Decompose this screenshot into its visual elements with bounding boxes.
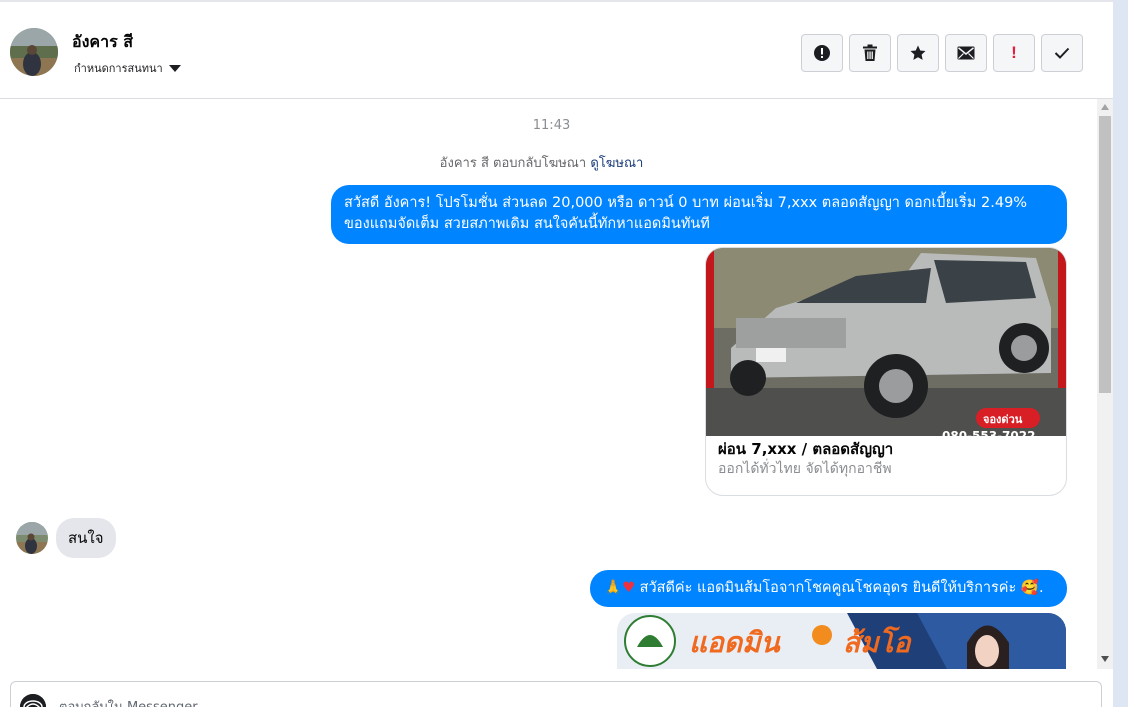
check-icon: [1054, 47, 1070, 59]
scroll-thumb[interactable]: [1099, 116, 1111, 393]
admin-banner-image[interactable]: แอดมิน ส้มโอ: [617, 613, 1066, 669]
reply-input-placeholder[interactable]: ตอบกลับใน Messenger: [59, 696, 198, 707]
incoming-message: สนใจ: [56, 518, 116, 558]
ad-card[interactable]: จองด่วน 080-553-7022 ผ่อน 7,xxx / ตลอดสั…: [705, 247, 1067, 496]
assign-conversation-label: กำหนดการสนทนา: [74, 62, 163, 75]
trash-icon: [863, 44, 877, 61]
star-button[interactable]: [897, 34, 939, 72]
heart-icon: ♥: [622, 580, 636, 596]
conversation-actions: !: [801, 34, 1083, 72]
report-spam-button[interactable]: [801, 34, 843, 72]
contact-avatar[interactable]: [10, 28, 58, 76]
contact-name: อังคาร สี: [72, 32, 134, 51]
ad-reply-notice: อังคาร สี ตอบกลับโฆษณา ดูโฆษณา: [0, 152, 1083, 173]
outgoing-message: สวัสดี อังคาร! โปรโมชั่น ส่วนลด 20,000 ห…: [331, 185, 1067, 244]
ad-reply-text: อังคาร สี ตอบกลับโฆษณา: [439, 156, 587, 171]
contact-avatar-small[interactable]: [16, 522, 48, 554]
banner-graphic: [617, 613, 1066, 669]
star-icon: [910, 45, 926, 60]
car-photo: [706, 248, 1066, 436]
view-ad-link[interactable]: ดูโฆษณา: [590, 156, 643, 171]
smile-emoji: 🥰: [1020, 580, 1039, 596]
mark-important-button[interactable]: !: [993, 34, 1035, 72]
assign-conversation-dropdown[interactable]: กำหนดการสนทนา: [74, 59, 181, 77]
scroll-down-arrow-icon[interactable]: [1101, 656, 1109, 662]
page-avatar: [20, 694, 46, 707]
banner-text-name: ส้มโอ: [843, 626, 911, 659]
alert-circle-icon: [814, 45, 830, 61]
envelope-icon: [957, 46, 975, 60]
scroll-up-arrow-icon[interactable]: [1101, 104, 1109, 110]
message-thread[interactable]: 11:43 อังคาร สี ตอบกลับโฆษณา ดูโฆษณา สวั…: [0, 99, 1097, 669]
card-subtitle: ออกได้ทั่วไทย จัดได้ทุกอาชีพ: [718, 461, 892, 477]
exclamation-icon: !: [1011, 43, 1017, 62]
caret-down-icon: [168, 65, 181, 72]
window-edge: [1113, 0, 1128, 707]
reply-composer[interactable]: ตอบกลับใน Messenger: [10, 681, 1102, 707]
banner-text-admin: แอดมิน: [689, 626, 780, 659]
message-trail: .: [1038, 580, 1044, 596]
outgoing-message: 🙏♥ สวัสดีค่ะ แอดมินส้มโอจากโชคคูณโชคอุดร…: [590, 570, 1067, 607]
pray-emoji: 🙏: [604, 580, 623, 596]
mark-done-button[interactable]: [1041, 34, 1083, 72]
card-image-phone: 080-553-7022: [942, 429, 1036, 436]
conversation-header: อังคาร สี กำหนดการสนทนา !: [0, 0, 1113, 99]
composer-area: ตอบกลับใน Messenger: [0, 669, 1113, 707]
delete-button[interactable]: [849, 34, 891, 72]
message-timestamp: 11:43: [532, 118, 571, 133]
thread-scrollbar[interactable]: [1097, 99, 1113, 669]
message-text: สวัสดีค่ะ แอดมินส้มโอจากโชคคูณโชคอุดร ยิ…: [639, 580, 1017, 596]
mark-unread-button[interactable]: [945, 34, 987, 72]
card-image-badge: จองด่วน: [983, 413, 1023, 426]
